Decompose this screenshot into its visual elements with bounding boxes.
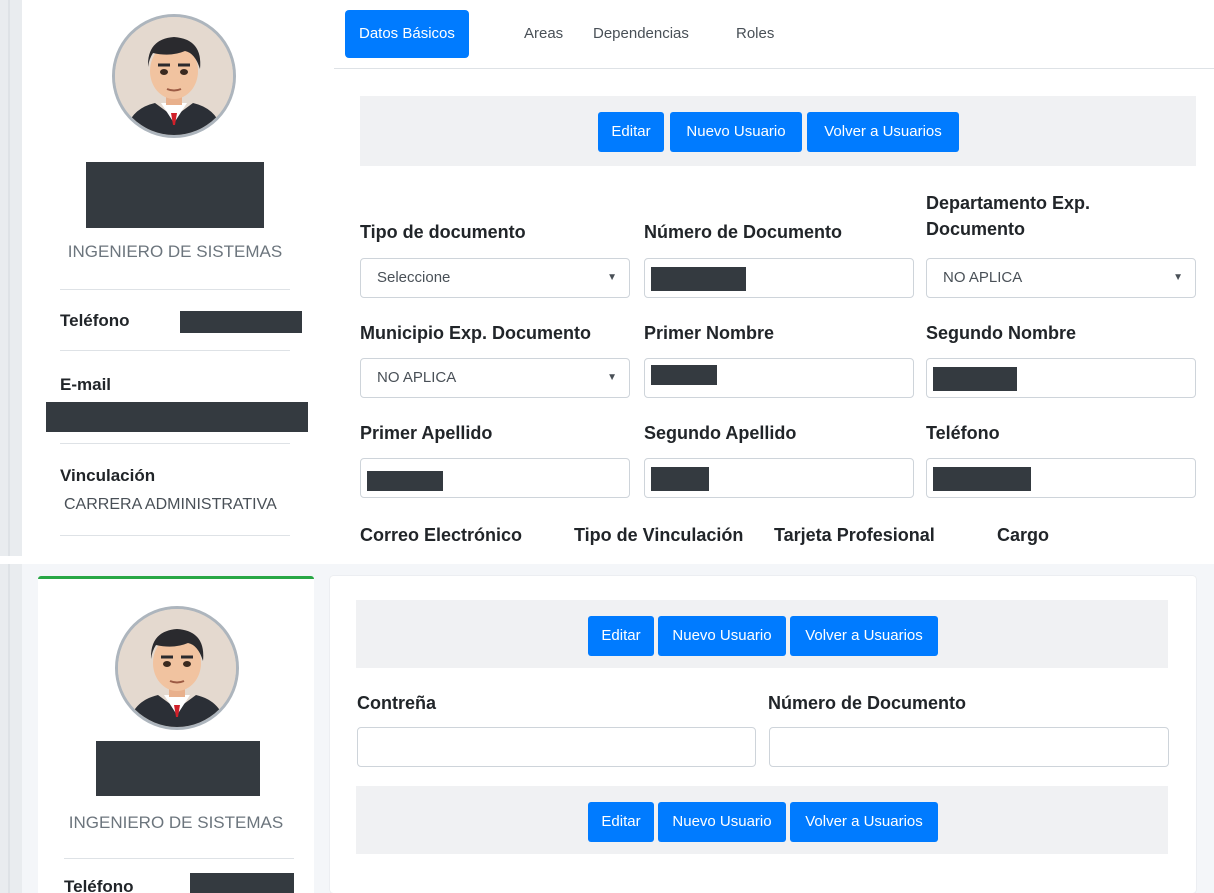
redacted-email bbox=[46, 402, 308, 432]
doc-number-label: Número de Documento bbox=[768, 693, 967, 713]
redacted-first-surname bbox=[367, 471, 443, 491]
edit-button[interactable]: Editar bbox=[588, 802, 654, 842]
chevron-down-icon: ▼ bbox=[607, 272, 617, 283]
password-card: Editar Nuevo Usuario Volver a Usuarios C… bbox=[330, 576, 1196, 893]
first-name-label: Primer Nombre bbox=[644, 323, 775, 343]
back-to-users-button[interactable]: Volver a Usuarios bbox=[790, 616, 938, 656]
phone-label: Teléfono bbox=[64, 877, 134, 893]
divider bbox=[60, 443, 290, 444]
divider bbox=[60, 350, 290, 351]
back-to-users-button[interactable]: Volver a Usuarios bbox=[807, 112, 959, 152]
dept-exp-label-line1: Departamento Exp. bbox=[926, 193, 1091, 213]
top-screenshot-panel: INGENIERO DE SISTEMAS Teléfono E-mail Vi… bbox=[0, 0, 1214, 556]
redacted-phone-field bbox=[933, 467, 1031, 491]
doc-number-input[interactable] bbox=[769, 727, 1169, 767]
password-label: Contreña bbox=[357, 693, 437, 713]
redacted-second-surname bbox=[651, 467, 709, 491]
redacted-user-name bbox=[96, 741, 260, 796]
edit-button[interactable]: Editar bbox=[598, 112, 664, 152]
tab-datos-basicos[interactable]: Datos Básicos bbox=[345, 10, 469, 58]
redacted-first-name bbox=[651, 365, 717, 385]
phone-input[interactable] bbox=[926, 458, 1196, 498]
user-detail-card: Datos Básicos Areas Dependencias Roles E… bbox=[334, 0, 1214, 556]
doc-type-label: Tipo de documento bbox=[360, 222, 526, 242]
doc-number-label: Número de Documento bbox=[644, 222, 843, 242]
avatar bbox=[115, 606, 239, 730]
action-bar: Editar Nuevo Usuario Volver a Usuarios bbox=[356, 600, 1168, 668]
mun-exp-value: NO APLICA bbox=[377, 369, 457, 386]
redacted-doc-number bbox=[651, 267, 746, 291]
left-gutter bbox=[0, 0, 22, 556]
pro-card-label: Tarjeta Profesional bbox=[774, 525, 935, 545]
link-type-label: Tipo de Vinculación bbox=[574, 525, 744, 545]
divider bbox=[60, 289, 290, 290]
bottom-screenshot-panel: INGENIERO DE SISTEMAS Teléfono Editar Nu… bbox=[0, 564, 1214, 893]
back-to-users-button[interactable]: Volver a Usuarios bbox=[790, 802, 938, 842]
new-user-button[interactable]: Nuevo Usuario bbox=[670, 112, 802, 152]
profile-card: INGENIERO DE SISTEMAS Teléfono E-mail Vi… bbox=[34, 0, 316, 556]
second-surname-label: Segundo Apellido bbox=[644, 423, 797, 443]
doc-type-select[interactable]: Seleccione ▼ bbox=[360, 258, 630, 298]
password-input[interactable] bbox=[357, 727, 756, 767]
tab-bar: Datos Básicos Areas Dependencias Roles bbox=[334, 0, 1214, 69]
divider bbox=[64, 858, 294, 859]
job-title: INGENIERO DE SISTEMAS bbox=[68, 813, 284, 832]
email-field-label: Correo Electrónico bbox=[360, 525, 523, 545]
redacted-phone bbox=[180, 311, 302, 333]
dept-exp-label: Departamento Exp. Documento bbox=[926, 190, 1090, 242]
left-gutter bbox=[0, 564, 22, 893]
link-value: CARRERA ADMINISTRATIVA bbox=[64, 496, 277, 513]
mun-exp-select[interactable]: NO APLICA ▼ bbox=[360, 358, 630, 398]
tab-areas[interactable]: Areas bbox=[510, 10, 577, 58]
dept-exp-label-line2: Documento bbox=[926, 219, 1025, 239]
first-surname-input[interactable] bbox=[360, 458, 630, 498]
redacted-second-name bbox=[933, 367, 1017, 391]
tab-roles[interactable]: Roles bbox=[722, 10, 788, 58]
tab-dependencias[interactable]: Dependencias bbox=[579, 10, 703, 58]
doc-number-input[interactable] bbox=[644, 258, 914, 298]
edit-button[interactable]: Editar bbox=[588, 616, 654, 656]
dept-exp-select[interactable]: NO APLICA ▼ bbox=[926, 258, 1196, 298]
gutter-line bbox=[8, 564, 10, 893]
first-name-input[interactable] bbox=[644, 358, 914, 398]
avatar bbox=[112, 14, 236, 138]
position-label: Cargo bbox=[997, 525, 1050, 545]
email-label: E-mail bbox=[60, 375, 112, 394]
first-surname-label: Primer Apellido bbox=[360, 423, 493, 443]
gutter-line bbox=[8, 0, 10, 556]
avatar-illustration bbox=[115, 17, 233, 135]
profile-card: INGENIERO DE SISTEMAS Teléfono bbox=[38, 576, 314, 893]
chevron-down-icon: ▼ bbox=[607, 372, 617, 383]
link-label: Vinculación bbox=[60, 466, 156, 485]
redacted-phone bbox=[190, 873, 294, 893]
mun-exp-label: Municipio Exp. Documento bbox=[360, 323, 592, 343]
divider bbox=[60, 535, 290, 536]
redacted-user-name bbox=[86, 162, 264, 228]
phone-label: Teléfono bbox=[60, 311, 130, 330]
avatar-illustration bbox=[118, 609, 236, 727]
phone-field-label: Teléfono bbox=[926, 423, 1000, 443]
doc-type-value: Seleccione bbox=[377, 269, 451, 286]
new-user-button[interactable]: Nuevo Usuario bbox=[658, 802, 786, 842]
second-surname-input[interactable] bbox=[644, 458, 914, 498]
job-title: INGENIERO DE SISTEMAS bbox=[67, 242, 283, 261]
second-name-label: Segundo Nombre bbox=[926, 323, 1077, 343]
dept-exp-value: NO APLICA bbox=[943, 269, 1023, 286]
second-name-input[interactable] bbox=[926, 358, 1196, 398]
action-bar-bottom: Editar Nuevo Usuario Volver a Usuarios bbox=[356, 786, 1168, 854]
action-bar: Editar Nuevo Usuario Volver a Usuarios bbox=[360, 96, 1196, 166]
chevron-down-icon: ▼ bbox=[1173, 272, 1183, 283]
new-user-button[interactable]: Nuevo Usuario bbox=[658, 616, 786, 656]
